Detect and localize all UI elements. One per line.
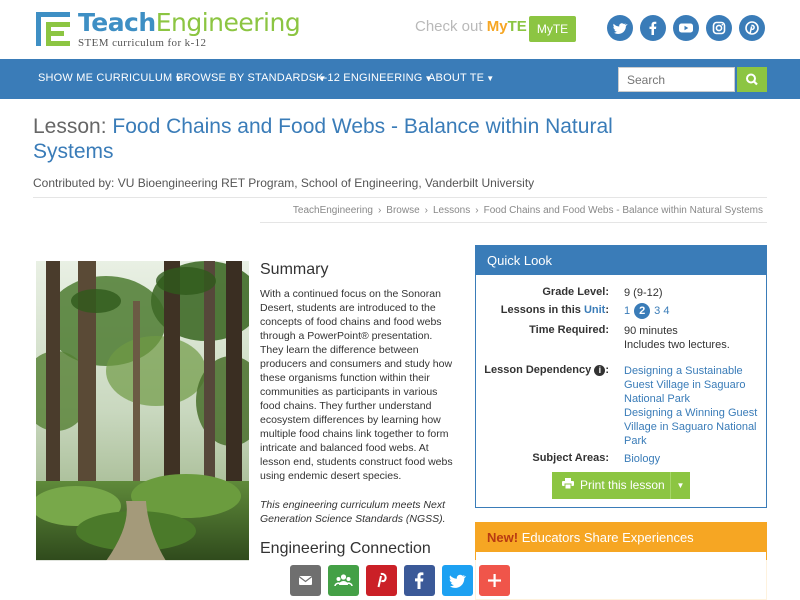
- site-header: TeachEngineering STEM curriculum for k-1…: [0, 0, 800, 58]
- pinterest-icon[interactable]: [366, 565, 397, 596]
- logo-tagline: STEM curriculum for k-12: [78, 37, 207, 49]
- new-badge: New!: [487, 530, 519, 545]
- facebook-icon[interactable]: [640, 15, 666, 41]
- contributed-by: Contributed by: VU Bioengineering RET Pr…: [33, 176, 535, 190]
- search-input[interactable]: [618, 67, 735, 92]
- chevron-down-icon: ▼: [486, 74, 495, 83]
- twitter-icon[interactable]: [607, 15, 633, 41]
- nav-k12-engineering[interactable]: K-12 ENGINEERING ▼: [316, 72, 433, 84]
- quick-look-heading: Quick Look: [476, 246, 766, 275]
- facebook-icon[interactable]: [404, 565, 435, 596]
- time-note: Includes two lectures.: [624, 339, 730, 351]
- engineering-connection-heading: Engineering Connection: [260, 540, 431, 557]
- subject-biology-link[interactable]: Biology: [624, 452, 660, 466]
- nav-browse-by-standards[interactable]: BROWSE BY STANDARDS ▼: [176, 72, 326, 84]
- twitter-icon[interactable]: [442, 565, 473, 596]
- nav-label: ABOUT TE: [428, 72, 485, 84]
- educators-heading-text: Educators Share Experiences: [521, 530, 694, 545]
- chevron-right-icon: ›: [475, 205, 479, 216]
- te-logo-mark-icon: [36, 12, 70, 46]
- breadcrumb-teachengineering[interactable]: TeachEngineering: [293, 205, 373, 216]
- unit-lesson-1[interactable]: 1: [624, 305, 630, 317]
- logo-text: TeachEngineering: [78, 8, 301, 37]
- summary-heading: Summary: [260, 261, 329, 278]
- checkout-myte-text[interactable]: Check out MyTE: [415, 18, 527, 35]
- educators-share-heading: New! Educators Share Experiences: [476, 523, 766, 552]
- instagram-icon[interactable]: [706, 15, 732, 41]
- caret-down-icon: ▼: [676, 481, 685, 490]
- lesson-dependency-label: Lesson Dependency i:: [484, 364, 609, 376]
- print-button-label: Print this lesson: [580, 478, 665, 492]
- more-icon[interactable]: [479, 565, 510, 596]
- email-icon[interactable]: [290, 565, 321, 596]
- breadcrumb-current: Food Chains and Food Webs - Balance with…: [483, 205, 763, 216]
- checkout-prefix: Check out: [415, 18, 483, 35]
- search-icon: [746, 73, 758, 86]
- print-main-button[interactable]: Print this lesson: [552, 472, 670, 499]
- pinterest-icon[interactable]: [739, 15, 765, 41]
- unit-lesson-4[interactable]: 4: [663, 305, 669, 317]
- nav-about-te[interactable]: ABOUT TE ▼: [428, 72, 494, 84]
- unit-lesson-list: 123 4: [624, 303, 669, 319]
- checkout-te: TE: [507, 18, 527, 35]
- youtube-icon[interactable]: [673, 15, 699, 41]
- info-icon[interactable]: i: [594, 365, 606, 376]
- dependency-link-2[interactable]: Designing a Winning Guest Village in Sag…: [624, 406, 759, 448]
- logo-text-teach: Teach: [78, 8, 156, 37]
- search-button[interactable]: [737, 67, 767, 92]
- unit-lesson-current: 2: [634, 303, 651, 319]
- forest-photo: [36, 261, 249, 561]
- lesson-label: Lesson:: [33, 115, 107, 138]
- grade-level-value: 9 (9-12): [624, 287, 663, 299]
- unit-label-prefix: Lessons in this: [500, 304, 581, 316]
- chevron-right-icon: ›: [424, 205, 428, 216]
- lesson-title-text: Food Chains and Food Webs - Balance with…: [33, 115, 613, 163]
- teachengineering-logo[interactable]: TeachEngineering STEM curriculum for k-1…: [36, 8, 301, 50]
- summary-text: With a continued focus on the Sonoran De…: [260, 288, 453, 482]
- breadcrumb-lessons[interactable]: Lessons: [433, 205, 470, 216]
- breadcrumb: TeachEngineering › Browse › Lessons › Food Cha…: [293, 205, 763, 216]
- quick-look-panel: Quick Look Grade Level: 9 (9-12) Lessons…: [475, 245, 767, 508]
- ngss-note: This engineering curriculum meets Next G…: [260, 499, 446, 525]
- nav-label: K-12 ENGINEERING: [316, 72, 423, 84]
- time-required-label: Time Required:: [529, 324, 609, 336]
- logo-text-engineering: Engineering: [155, 8, 301, 37]
- nav-label: SHOW ME CURRICULUM: [38, 72, 173, 84]
- chevron-right-icon: ›: [377, 205, 382, 216]
- nav-label: BROWSE BY STANDARDS: [176, 72, 317, 84]
- grade-level-label: Grade Level:: [542, 286, 609, 298]
- print-lesson-button: Print this lesson ▼: [552, 472, 690, 499]
- divider: [260, 222, 767, 223]
- dependency-label-text: Lesson Dependency: [484, 364, 592, 376]
- checkout-my: My: [486, 18, 508, 35]
- dependency-link-1[interactable]: Designing a Sustainable Guest Village in…: [624, 364, 759, 406]
- time-required-value: 90 minutes Includes two lectures.: [624, 324, 730, 352]
- subject-areas-label: Subject Areas:: [532, 452, 609, 464]
- page-title: Lesson: Food Chains and Food Webs - Bala…: [33, 114, 633, 164]
- nav-show-me-curriculum[interactable]: SHOW ME CURRICULUM ▼: [38, 72, 183, 84]
- unit-link[interactable]: Unit: [584, 304, 605, 316]
- print-dropdown-toggle[interactable]: ▼: [670, 472, 690, 499]
- time-value: 90 minutes: [624, 325, 678, 337]
- unit-lesson-3[interactable]: 3: [654, 305, 660, 317]
- share-bar: [0, 560, 800, 600]
- lesson-dependency-list: Designing a Sustainable Guest Village in…: [624, 364, 759, 448]
- printer-icon: [562, 472, 574, 499]
- unit-label-colon: :: [605, 304, 609, 316]
- divider: [33, 197, 767, 198]
- breadcrumb-browse[interactable]: Browse: [386, 205, 419, 216]
- lessons-in-unit-label: Lessons in this Unit:: [501, 304, 609, 316]
- myte-button[interactable]: MyTE: [529, 16, 576, 42]
- share-icon[interactable]: [328, 565, 359, 596]
